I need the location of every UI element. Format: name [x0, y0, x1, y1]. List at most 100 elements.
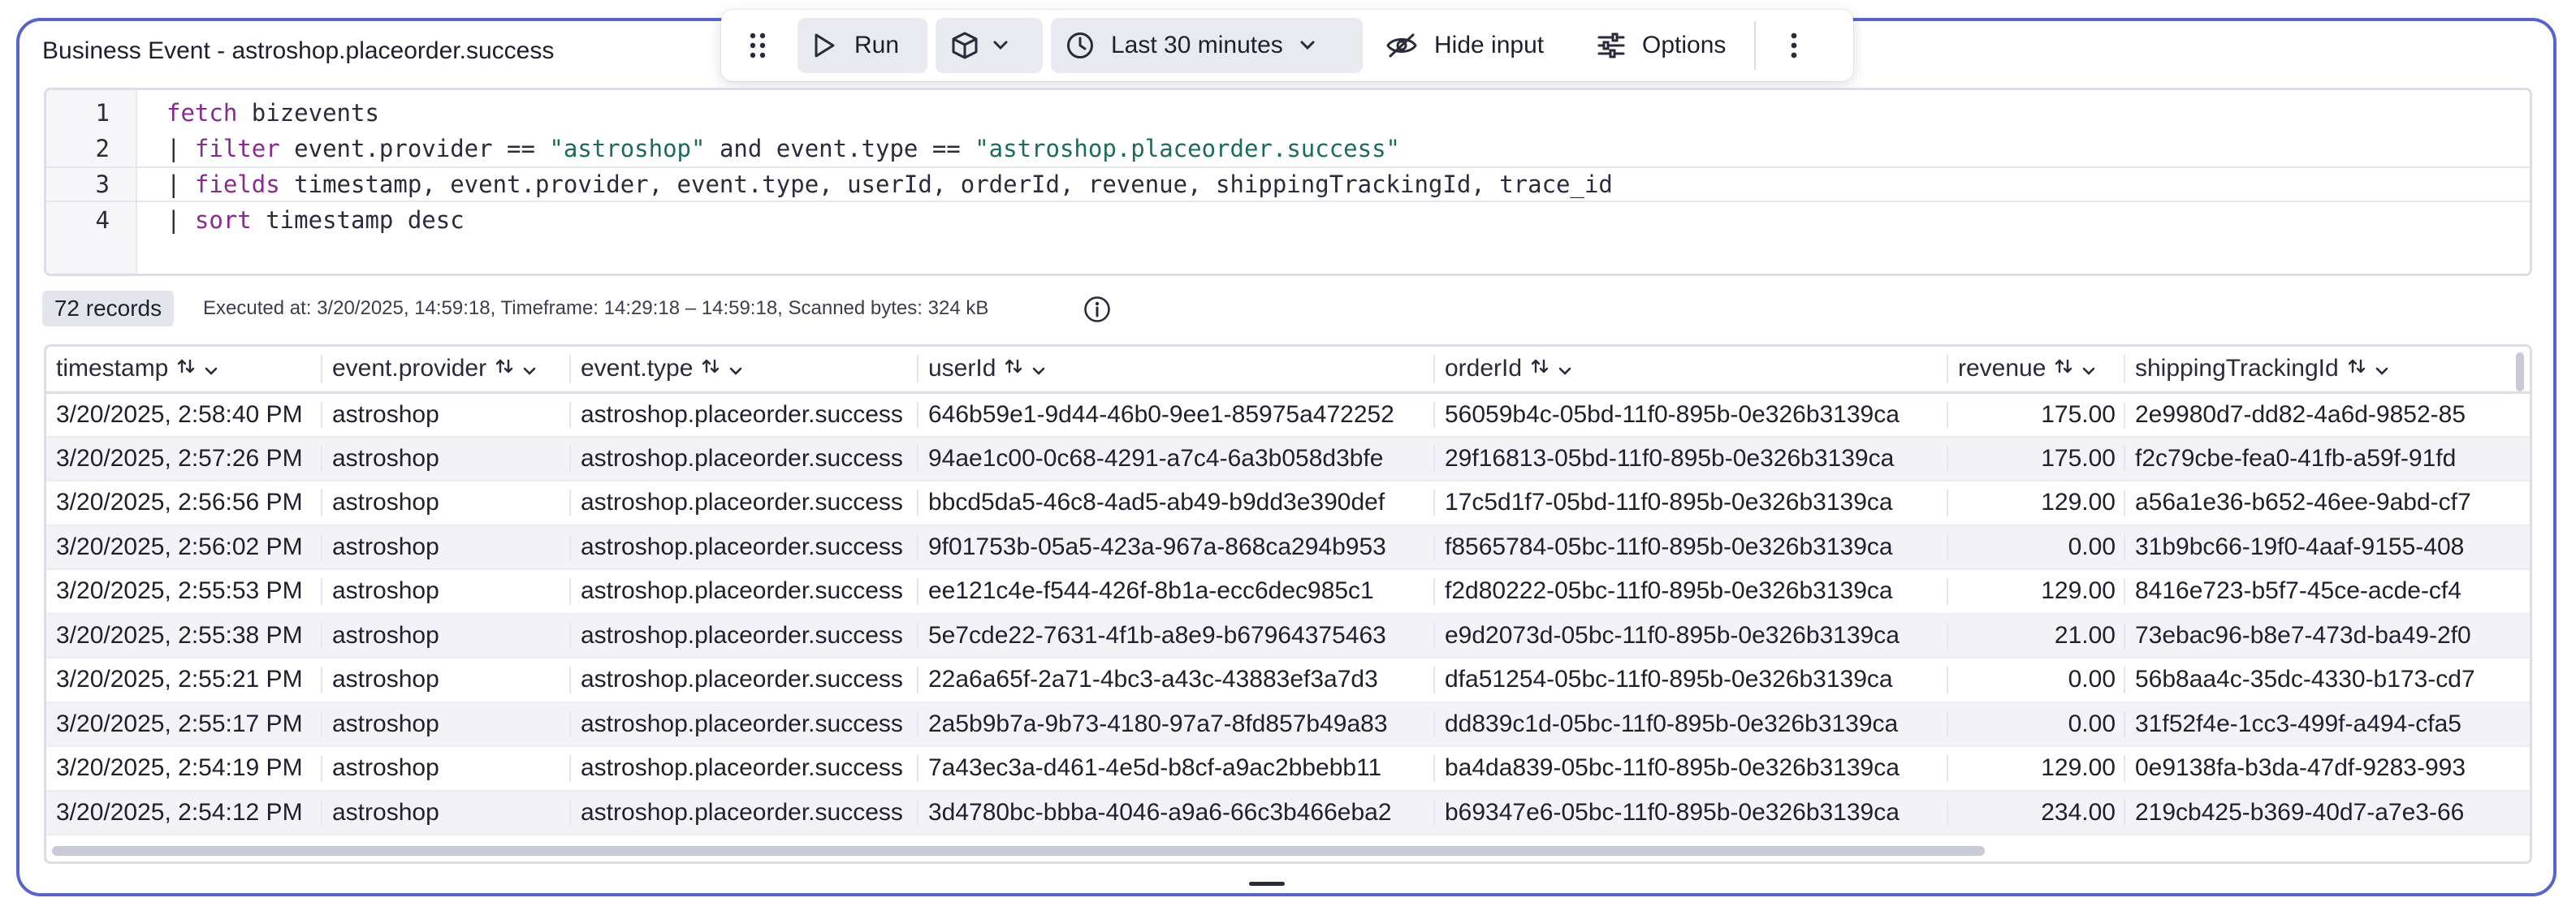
- table-cell-orderid[interactable]: dfa51254-05bc-11f0-895b-0e326b3139ca: [1435, 658, 1948, 703]
- table-cell-revenue[interactable]: 129.00: [1948, 481, 2125, 526]
- sort-icon[interactable]: [1004, 355, 1023, 382]
- table-cell-event-type[interactable]: astroshop.placeorder.success: [571, 746, 918, 792]
- column-header[interactable]: userId: [918, 347, 1435, 394]
- options-button[interactable]: Options: [1582, 18, 1744, 73]
- table-cell-timestamp[interactable]: 3/20/2025, 2:56:56 PM: [46, 481, 322, 526]
- table-cell-event-provider[interactable]: astroshop: [322, 525, 571, 570]
- timeframe-selector[interactable]: Last 30 minutes: [1051, 18, 1363, 73]
- chevron-down-icon[interactable]: [728, 355, 743, 382]
- table-cell-shippingtrackingid[interactable]: 219cb425-b369-40d7-a7e3-66: [2125, 790, 2530, 835]
- table-row[interactable]: 3/20/2025, 2:55:38 PM astroshop astroshop.…: [46, 613, 2530, 658]
- table-cell-shippingtrackingid[interactable]: 8416e723-b5f7-45ce-acde-cf4: [2125, 569, 2530, 615]
- table-cell-orderid[interactable]: 17c5d1f7-05bd-11f0-895b-0e326b3139ca: [1435, 481, 1948, 526]
- table-row[interactable]: 3/20/2025, 2:56:56 PM astroshop astroshop.…: [46, 481, 2530, 526]
- chevron-down-icon[interactable]: [1558, 355, 1572, 382]
- resize-handle[interactable]: [1249, 882, 1285, 886]
- column-header[interactable]: revenue: [1948, 347, 2125, 394]
- table-cell-orderid[interactable]: b69347e6-05bc-11f0-895b-0e326b3139ca: [1435, 790, 1948, 835]
- horizontal-scrollbar[interactable]: [52, 846, 1985, 856]
- table-cell-userid[interactable]: 3d4780bc-bbba-4046-a9a6-66c3b466eba2: [918, 790, 1435, 835]
- column-header[interactable]: orderId: [1435, 347, 1948, 394]
- sort-icon[interactable]: [2347, 355, 2366, 382]
- table-cell-shippingtrackingid[interactable]: 56b8aa4c-35dc-4330-b173-cd7: [2125, 658, 2530, 703]
- code-line[interactable]: 3 | fields timestamp, event.provider, eve…: [46, 166, 2530, 202]
- column-header[interactable]: timestamp: [46, 347, 322, 394]
- table-cell-event-type[interactable]: astroshop.placeorder.success: [571, 436, 918, 481]
- table-cell-shippingtrackingid[interactable]: 2e9980d7-dd82-4a6d-9852-85: [2125, 392, 2530, 438]
- table-cell-revenue[interactable]: 21.00: [1948, 613, 2125, 658]
- table-cell-shippingtrackingid[interactable]: 0e9138fa-b3da-47df-9283-993: [2125, 746, 2530, 792]
- sort-icon[interactable]: [2054, 355, 2073, 382]
- data-source-dropdown[interactable]: [936, 18, 1043, 73]
- table-cell-revenue[interactable]: 129.00: [1948, 569, 2125, 615]
- column-header[interactable]: event.type: [571, 347, 918, 394]
- table-cell-event-provider[interactable]: astroshop: [322, 392, 571, 438]
- table-cell-timestamp[interactable]: 3/20/2025, 2:54:12 PM: [46, 790, 322, 835]
- results-table-container[interactable]: timestamp event.provider event.type userId o…: [44, 344, 2532, 864]
- more-actions-button[interactable]: [1767, 18, 1821, 73]
- table-cell-revenue[interactable]: 175.00: [1948, 392, 2125, 438]
- table-cell-event-type[interactable]: astroshop.placeorder.success: [571, 569, 918, 615]
- table-cell-event-provider[interactable]: astroshop: [322, 436, 571, 481]
- code-line[interactable]: 1 fetch bizevents: [46, 95, 2530, 131]
- table-cell-event-type[interactable]: astroshop.placeorder.success: [571, 702, 918, 747]
- table-cell-orderid[interactable]: 29f16813-05bd-11f0-895b-0e326b3139ca: [1435, 436, 1948, 481]
- table-cell-revenue[interactable]: 175.00: [1948, 436, 2125, 481]
- table-cell-orderid[interactable]: dd839c1d-05bc-11f0-895b-0e326b3139ca: [1435, 702, 1948, 747]
- table-row[interactable]: 3/20/2025, 2:57:26 PM astroshop astroshop.…: [46, 436, 2530, 481]
- table-cell-shippingtrackingid[interactable]: f2c79cbe-fea0-41fb-a59f-91fd: [2125, 436, 2530, 481]
- sort-icon[interactable]: [1530, 355, 1549, 382]
- table-cell-event-type[interactable]: astroshop.placeorder.success: [571, 613, 918, 658]
- table-cell-event-provider[interactable]: astroshop: [322, 613, 571, 658]
- table-cell-event-type[interactable]: astroshop.placeorder.success: [571, 525, 918, 570]
- table-cell-event-type[interactable]: astroshop.placeorder.success: [571, 481, 918, 526]
- table-cell-revenue[interactable]: 0.00: [1948, 658, 2125, 703]
- table-cell-event-provider[interactable]: astroshop: [322, 746, 571, 792]
- table-cell-timestamp[interactable]: 3/20/2025, 2:55:38 PM: [46, 613, 322, 658]
- table-cell-shippingtrackingid[interactable]: 31b9bc66-19f0-4aaf-9155-408: [2125, 525, 2530, 570]
- table-row[interactable]: 3/20/2025, 2:56:02 PM astroshop astroshop.…: [46, 525, 2530, 570]
- table-row[interactable]: 3/20/2025, 2:54:19 PM astroshop astroshop.…: [46, 746, 2530, 792]
- table-cell-timestamp[interactable]: 3/20/2025, 2:54:19 PM: [46, 746, 322, 792]
- table-cell-timestamp[interactable]: 3/20/2025, 2:55:21 PM: [46, 658, 322, 703]
- table-cell-userid[interactable]: 22a6a65f-2a71-4bc3-a43c-43883ef3a7d3: [918, 658, 1435, 703]
- table-row[interactable]: 3/20/2025, 2:55:53 PM astroshop astroshop.…: [46, 569, 2530, 615]
- table-cell-userid[interactable]: 5e7cde22-7631-4f1b-a8e9-b67964375463: [918, 613, 1435, 658]
- table-cell-event-provider[interactable]: astroshop: [322, 481, 571, 526]
- table-cell-userid[interactable]: ee121c4e-f544-426f-8b1a-ecc6dec985c1: [918, 569, 1435, 615]
- table-cell-event-provider[interactable]: astroshop: [322, 569, 571, 615]
- table-row[interactable]: 3/20/2025, 2:58:40 PM astroshop astroshop.…: [46, 392, 2530, 438]
- chevron-down-icon[interactable]: [2375, 355, 2389, 382]
- code-line[interactable]: 4 | sort timestamp desc: [46, 202, 2530, 238]
- vertical-scrollbar[interactable]: [2516, 352, 2524, 391]
- table-row[interactable]: 3/20/2025, 2:55:21 PM astroshop astroshop.…: [46, 658, 2530, 703]
- table-cell-revenue[interactable]: 0.00: [1948, 702, 2125, 747]
- column-header[interactable]: event.provider: [322, 347, 571, 394]
- table-cell-userid[interactable]: bbcd5da5-46c8-4ad5-ab49-b9dd3e390def: [918, 481, 1435, 526]
- chevron-down-icon[interactable]: [522, 355, 537, 382]
- table-cell-orderid[interactable]: ba4da839-05bc-11f0-895b-0e326b3139ca: [1435, 746, 1948, 792]
- table-cell-orderid[interactable]: f8565784-05bc-11f0-895b-0e326b3139ca: [1435, 525, 1948, 570]
- table-cell-shippingtrackingid[interactable]: a56a1e36-b652-46ee-9abd-cf7: [2125, 481, 2530, 526]
- table-cell-userid[interactable]: 94ae1c00-0c68-4291-a7c4-6a3b058d3bfe: [918, 436, 1435, 481]
- drag-handle-button[interactable]: [729, 18, 786, 73]
- table-cell-event-type[interactable]: astroshop.placeorder.success: [571, 658, 918, 703]
- table-cell-timestamp[interactable]: 3/20/2025, 2:58:40 PM: [46, 392, 322, 438]
- table-cell-event-type[interactable]: astroshop.placeorder.success: [571, 790, 918, 835]
- table-cell-userid[interactable]: 2a5b9b7a-9b73-4180-97a7-8fd857b49a83: [918, 702, 1435, 747]
- table-cell-revenue[interactable]: 129.00: [1948, 746, 2125, 792]
- run-button[interactable]: Run: [797, 18, 927, 73]
- table-row[interactable]: 3/20/2025, 2:55:17 PM astroshop astroshop.…: [46, 702, 2530, 747]
- sort-icon[interactable]: [495, 355, 514, 382]
- column-header[interactable]: shippingTrackingId: [2125, 347, 2530, 394]
- table-cell-orderid[interactable]: 56059b4c-05bd-11f0-895b-0e326b3139ca: [1435, 392, 1948, 438]
- chevron-down-icon[interactable]: [1031, 355, 1046, 382]
- table-cell-event-provider[interactable]: astroshop: [322, 658, 571, 703]
- table-cell-userid[interactable]: 646b59e1-9d44-46b0-9ee1-85975a472252: [918, 392, 1435, 438]
- code-line[interactable]: 2 | filter event.provider == "astroshop" …: [46, 131, 2530, 166]
- table-cell-userid[interactable]: 7a43ec3a-d461-4e5d-b8cf-a9ac2bbebb11: [918, 746, 1435, 792]
- table-cell-shippingtrackingid[interactable]: 31f52f4e-1cc3-499f-a494-cfa5: [2125, 702, 2530, 747]
- table-cell-orderid[interactable]: e9d2073d-05bc-11f0-895b-0e326b3139ca: [1435, 613, 1948, 658]
- sort-icon[interactable]: [701, 355, 720, 382]
- table-cell-timestamp[interactable]: 3/20/2025, 2:57:26 PM: [46, 436, 322, 481]
